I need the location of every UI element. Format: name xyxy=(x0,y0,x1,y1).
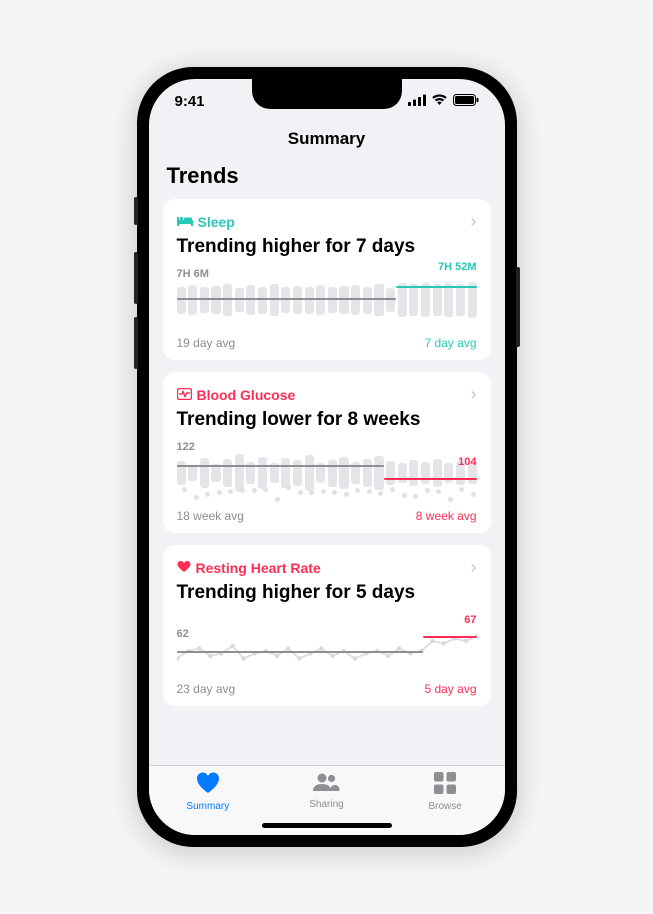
card-header: Blood Glucose › xyxy=(177,384,477,405)
right-footer-label: 7 day avg xyxy=(424,336,476,350)
chevron-right-icon: › xyxy=(471,557,477,578)
left-footer-label: 23 day avg xyxy=(177,682,236,696)
mute-switch xyxy=(134,197,138,225)
glucose-chart: 122 104 xyxy=(177,443,477,503)
right-value-label: 7H 52M xyxy=(438,261,477,273)
right-avg-line xyxy=(396,286,477,288)
card-category-label: Sleep xyxy=(198,214,235,230)
glucose-icon xyxy=(177,387,192,403)
page-title: Summary xyxy=(149,123,505,159)
tab-label: Browse xyxy=(428,801,461,812)
right-footer-label: 5 day avg xyxy=(424,682,476,696)
trend-card-sleep[interactable]: Sleep › Trending higher for 7 days 7H 6M… xyxy=(163,199,491,360)
cards-container: Sleep › Trending higher for 7 days 7H 6M… xyxy=(149,199,505,765)
card-footer: 19 day avg 7 day avg xyxy=(177,336,477,350)
rhr-chart: 62 67 xyxy=(177,616,477,676)
chevron-right-icon: › xyxy=(471,211,477,232)
left-footer-label: 18 week avg xyxy=(177,509,244,523)
heart-icon xyxy=(177,560,191,576)
card-category-label: Resting Heart Rate xyxy=(196,560,321,576)
battery-icon xyxy=(453,93,479,110)
left-value-label: 7H 6M xyxy=(177,268,209,280)
card-header: Sleep › xyxy=(177,211,477,232)
right-footer-label: 8 week avg xyxy=(416,509,477,523)
vol-down xyxy=(134,317,138,369)
trend-card-rhr[interactable]: Resting Heart Rate › Trending higher for… xyxy=(163,545,491,706)
status-icons xyxy=(408,93,479,110)
home-indicator[interactable] xyxy=(262,823,392,828)
tab-browse[interactable]: Browse xyxy=(410,772,480,835)
tab-label: Sharing xyxy=(309,799,343,810)
heart-fill-icon xyxy=(196,772,220,798)
card-footer: 18 week avg 8 week avg xyxy=(177,509,477,523)
power-button xyxy=(516,267,520,347)
status-time: 9:41 xyxy=(175,93,205,110)
card-headline: Trending lower for 8 weeks xyxy=(177,409,477,431)
wifi-icon xyxy=(431,93,448,110)
grid-icon xyxy=(434,772,456,798)
card-category: Blood Glucose xyxy=(177,387,296,403)
tab-summary[interactable]: Summary xyxy=(173,772,243,835)
right-value-label: 104 xyxy=(458,456,476,468)
people-icon xyxy=(312,772,340,796)
card-category: Sleep xyxy=(177,214,235,230)
screen: 9:41 Summary Trends xyxy=(149,79,505,835)
card-footer: 23 day avg 5 day avg xyxy=(177,682,477,696)
left-value-label: 62 xyxy=(177,628,189,640)
right-avg-line xyxy=(384,478,477,480)
bed-icon xyxy=(177,214,193,230)
section-title-trends: Trends xyxy=(149,159,505,199)
card-category-label: Blood Glucose xyxy=(197,387,296,403)
left-avg-line xyxy=(177,651,423,653)
cellular-icon xyxy=(408,93,426,110)
card-headline: Trending higher for 5 days xyxy=(177,582,477,604)
notch xyxy=(252,79,402,109)
left-avg-line xyxy=(177,298,396,300)
card-category: Resting Heart Rate xyxy=(177,560,321,576)
left-value-label: 122 xyxy=(177,441,195,453)
vol-up xyxy=(134,252,138,304)
right-value-label: 67 xyxy=(464,614,476,626)
chevron-right-icon: › xyxy=(471,384,477,405)
left-footer-label: 19 day avg xyxy=(177,336,236,350)
phone-frame: 9:41 Summary Trends xyxy=(137,67,517,847)
card-headline: Trending higher for 7 days xyxy=(177,236,477,258)
card-header: Resting Heart Rate › xyxy=(177,557,477,578)
tab-label: Summary xyxy=(186,801,229,812)
sleep-chart: 7H 6M 7H 52M xyxy=(177,270,477,330)
right-avg-line xyxy=(423,636,477,638)
left-avg-line xyxy=(177,465,384,467)
trend-card-glucose[interactable]: Blood Glucose › Trending lower for 8 wee… xyxy=(163,372,491,533)
rhr-line xyxy=(177,616,477,676)
